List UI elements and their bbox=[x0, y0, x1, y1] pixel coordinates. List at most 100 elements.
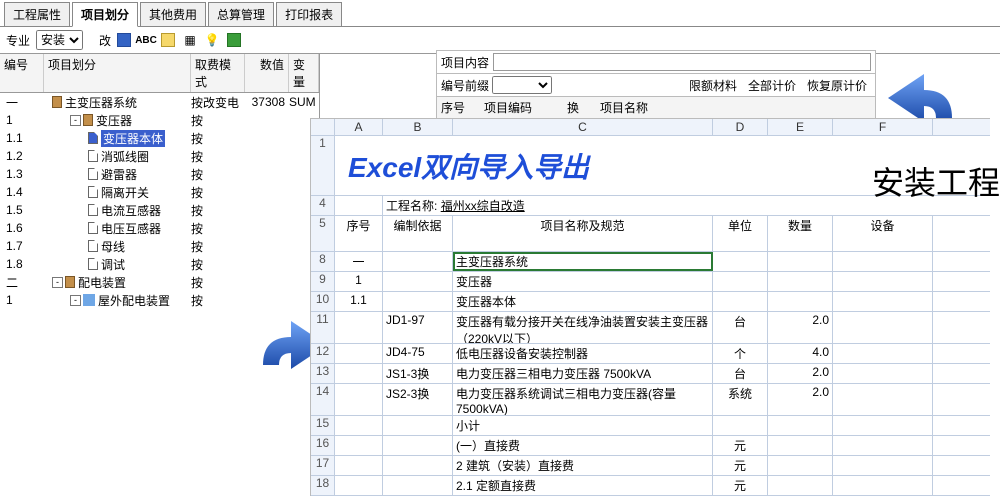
filter-icon[interactable]: ▦ bbox=[181, 31, 199, 49]
home-icon bbox=[83, 294, 95, 306]
tree-header: 编号 项目划分 取费模式 数值 变量 bbox=[0, 54, 319, 93]
excel-row[interactable]: 91变压器 bbox=[311, 272, 990, 292]
tree-row[interactable]: 1.6 电压互感器 按 bbox=[0, 219, 319, 237]
spellcheck-icon[interactable]: ABC bbox=[137, 31, 155, 49]
content-label: 项目内容 bbox=[441, 54, 489, 71]
tree-label: 变压器本体 bbox=[101, 130, 165, 147]
excel-row[interactable]: 182.1 定额直接费元 bbox=[311, 476, 990, 496]
headline: Excel双向导入导出 bbox=[338, 140, 599, 192]
excel-row[interactable]: 11JD1-97变压器有载分接开关在线净油装置安装主变压器 （220kV以下）台… bbox=[311, 312, 990, 344]
excel-col-f[interactable]: F bbox=[833, 119, 933, 135]
excel-col-b[interactable]: B bbox=[383, 119, 453, 135]
prefix-select[interactable] bbox=[492, 76, 552, 94]
tree-label: 消弧线圈 bbox=[101, 148, 149, 165]
tab-project-division[interactable]: 项目划分 bbox=[72, 2, 138, 27]
sub-col-swap: 换 bbox=[567, 99, 597, 116]
tree-toggle-icon[interactable]: - bbox=[52, 277, 63, 288]
excel-row[interactable]: 12JD4-75低电压器设备安装控制器个4.0 bbox=[311, 344, 990, 364]
file-icon bbox=[88, 222, 98, 234]
tree-mode: 按 bbox=[191, 256, 245, 273]
excel-row[interactable]: 14JS2-3换电力变压器系统调试三相电力变压器(容量7500kVA)系统2.0 bbox=[311, 384, 990, 416]
file-icon bbox=[88, 186, 98, 198]
tree-val: 37308 bbox=[245, 95, 289, 109]
excel-row[interactable]: 16(一）直接费元 bbox=[311, 436, 990, 456]
excel-row[interactable]: 13JS1-3换电力变压器三相电力变压器 7500kVA台2.0 bbox=[311, 364, 990, 384]
tree-label: 配电装置 bbox=[78, 274, 126, 291]
price-all-link[interactable]: 全部计价 bbox=[744, 77, 800, 94]
hdr-seq: 序号 bbox=[335, 216, 383, 251]
tree-row[interactable]: 1.1 变压器本体 按 bbox=[0, 129, 319, 147]
tree-suffix: SUM bbox=[289, 95, 319, 109]
content-input[interactable] bbox=[493, 53, 871, 71]
tree-label: 屋外配电装置 bbox=[98, 292, 170, 309]
tab-print-report[interactable]: 打印报表 bbox=[276, 2, 342, 26]
sub-col-code: 项目编码 bbox=[484, 99, 564, 116]
tree-body: 一主变压器系统按改变电37308SUM1-变压器按1.1变压器本体按1.2消弧线… bbox=[0, 93, 319, 309]
file-icon bbox=[88, 150, 98, 162]
tree-row[interactable]: 二-配电装置按 bbox=[0, 273, 319, 291]
tab-total-mgmt[interactable]: 总算管理 bbox=[208, 2, 274, 26]
tree-row[interactable]: 1.5电流互感器按 bbox=[0, 201, 319, 219]
tree-mode: 按 bbox=[191, 202, 245, 219]
layout-icon[interactable] bbox=[115, 31, 133, 49]
project-label: 工程名称: bbox=[386, 199, 437, 213]
col-change: 变量 bbox=[289, 54, 319, 92]
excel-col-e[interactable]: E bbox=[768, 119, 833, 135]
excel-row[interactable]: 8一主变压器系统 bbox=[311, 252, 990, 272]
tree-row[interactable]: 1.7 母线 按 bbox=[0, 237, 319, 255]
tree-no: 二 bbox=[2, 274, 46, 291]
tree-row[interactable]: 1.4隔离开关按 bbox=[0, 183, 319, 201]
col-mode: 取费模式 bbox=[191, 54, 245, 92]
tree-row[interactable]: 1.8调试按 bbox=[0, 255, 319, 273]
excel-row[interactable]: 15小计 bbox=[311, 416, 990, 436]
tree-toggle-icon[interactable]: - bbox=[70, 115, 81, 126]
lightbulb-icon[interactable]: 💡 bbox=[203, 31, 221, 49]
table-icon[interactable] bbox=[159, 31, 177, 49]
clipboard-icon bbox=[65, 276, 75, 288]
tree-mode: 按 bbox=[191, 130, 245, 147]
tree-toggle-icon[interactable]: - bbox=[70, 295, 81, 306]
tab-other-fees[interactable]: 其他费用 bbox=[140, 2, 206, 26]
major-select[interactable]: 安装 bbox=[36, 30, 83, 50]
hdr-qty: 数量 bbox=[768, 216, 833, 251]
property-panel: 项目内容 编号前缀 限额材料 全部计价 恢复原计价 序号 项目编码 换 项目名称 bbox=[436, 50, 876, 119]
tree-no: 1.6 bbox=[2, 221, 46, 235]
tree-row[interactable]: 1-屋外配电装置按 bbox=[0, 291, 319, 309]
tree-panel: 编号 项目划分 取费模式 数值 变量 一主变压器系统按改变电37308SUM1-… bbox=[0, 54, 320, 309]
sub-col-seq: 序号 bbox=[441, 99, 481, 116]
tree-no: 1 bbox=[2, 293, 46, 307]
limit-material-link[interactable]: 限额材料 bbox=[685, 77, 741, 94]
sub-col-name: 项目名称 bbox=[600, 99, 871, 116]
tree-row[interactable]: 一主变压器系统按改变电37308SUM bbox=[0, 93, 319, 111]
tree-mode: 按 bbox=[191, 238, 245, 255]
tree-label: 母线 bbox=[101, 238, 125, 255]
excel-col-c[interactable]: C bbox=[453, 119, 713, 135]
tree-row[interactable]: 1.3 避雷器 按 bbox=[0, 165, 319, 183]
tree-row[interactable]: 1 - 变压器 按 bbox=[0, 111, 319, 129]
excel-row[interactable]: 172 建筑（安装）直接费元 bbox=[311, 456, 990, 476]
excel-col-a[interactable]: A bbox=[335, 119, 383, 135]
tree-no: 1 bbox=[2, 113, 46, 127]
tree-mode: 按 bbox=[191, 112, 245, 129]
tree-label: 主变压器系统 bbox=[65, 94, 137, 111]
tree-no: 1.7 bbox=[2, 239, 46, 253]
excel-col-d[interactable]: D bbox=[713, 119, 768, 135]
tree-label: 避雷器 bbox=[101, 166, 137, 183]
change-label: 改 bbox=[99, 32, 111, 49]
calculator-icon[interactable] bbox=[225, 31, 243, 49]
excel-row[interactable]: 101.1变压器本体 bbox=[311, 292, 990, 312]
tree-no: 1.4 bbox=[2, 185, 46, 199]
clipboard-icon bbox=[52, 96, 62, 108]
hdr-device: 设备 bbox=[833, 216, 933, 251]
tree-mode: 按 bbox=[191, 220, 245, 237]
tree-no: 1.3 bbox=[2, 167, 46, 181]
tree-no: 1.1 bbox=[2, 131, 46, 145]
tree-mode: 按 bbox=[191, 166, 245, 183]
tree-row[interactable]: 1.2消弧线圈按 bbox=[0, 147, 319, 165]
tab-project-attr[interactable]: 工程属性 bbox=[4, 2, 70, 26]
restore-price-link[interactable]: 恢复原计价 bbox=[803, 77, 871, 94]
tree-no: 一 bbox=[2, 94, 46, 111]
col-name: 项目划分 bbox=[44, 54, 191, 92]
tree-label: 变压器 bbox=[96, 112, 132, 129]
tree-label: 电压互感器 bbox=[101, 220, 161, 237]
